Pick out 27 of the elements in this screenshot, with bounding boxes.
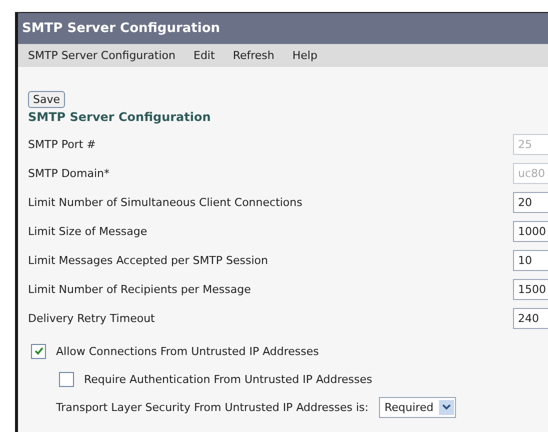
input-field[interactable]: 1000 — [513, 221, 548, 242]
field-label: Limit Number of Recipients per Message — [28, 283, 252, 296]
select-label: Transport Layer Security From Untrusted IP Addresses is: — [56, 400, 368, 414]
menu-item[interactable]: Edit — [194, 49, 215, 62]
menu-item[interactable]: Help — [292, 49, 318, 62]
save-button[interactable]: Save — [28, 91, 66, 108]
menu-item[interactable]: Refresh — [232, 49, 274, 62]
field-label: Limit Number of Simultaneous Client Connections — [28, 196, 304, 209]
window-title: SMTP Server Configuration — [18, 13, 548, 44]
checkbox-label: Require Authentication From Untrusted IP Addresses — [84, 372, 372, 386]
input-field[interactable]: 1500 — [513, 279, 548, 300]
checkmark-icon — [34, 346, 44, 356]
checkbox[interactable] — [59, 372, 74, 386]
field-label: Limit Size of Message — [28, 225, 148, 238]
field-label: SMTP Port # — [28, 138, 97, 151]
menu-item[interactable]: SMTP Server Configuration — [28, 49, 176, 62]
field-label: Delivery Retry Timeout — [28, 312, 156, 325]
input-field[interactable]: 20 — [513, 192, 548, 213]
section-title: SMTP Server Configuration — [28, 110, 212, 124]
checkbox[interactable] — [31, 344, 46, 358]
input-field[interactable]: 10 — [513, 250, 548, 271]
checkbox-label: Allow Connections From Untrusted IP Addresses — [56, 344, 319, 358]
dropdown[interactable]: Required — [378, 396, 456, 418]
field-label: Limit Messages Accepted per SMTP Session — [28, 254, 270, 267]
input-field[interactable]: 240 — [513, 308, 548, 329]
chevron-down-icon — [439, 400, 454, 414]
field-label: SMTP Domain* — [28, 167, 111, 180]
